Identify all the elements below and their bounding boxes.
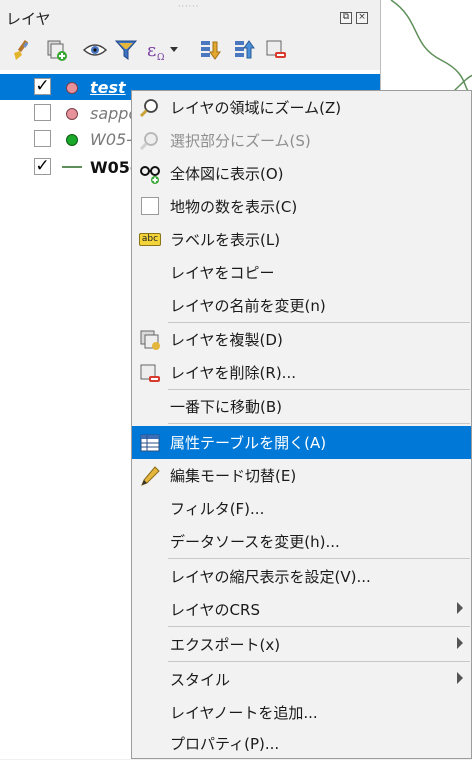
feature-count-checkbox-icon[interactable] (141, 197, 159, 215)
submenu-arrow-icon (457, 602, 463, 614)
menu-move-to-bottom[interactable]: 一番下に移動(B) (132, 390, 471, 423)
show-in-overview-icon (140, 166, 160, 184)
duplicate-layer-icon (140, 330, 160, 350)
remove-layer-icon[interactable] (262, 34, 290, 64)
menu-rename-layer[interactable]: レイヤの名前を変更(n) (132, 289, 471, 322)
zoom-to-layer-icon (139, 99, 158, 118)
menu-copy-layer[interactable]: レイヤをコピー (132, 256, 471, 289)
menu-separator (168, 423, 470, 424)
menu-item-label: 選択部分にズーム(S) (170, 132, 311, 150)
svg-text:Ω: Ω (157, 53, 164, 62)
menu-item-label: レイヤを削除(R)... (170, 364, 296, 382)
style-brush-icon[interactable] (8, 34, 36, 64)
point-symbol-icon (66, 108, 78, 120)
menu-item-label: 属性テーブルを開く(A) (170, 434, 327, 452)
menu-item-label: レイヤを複製(D) (170, 331, 283, 349)
layer-name: test (90, 78, 126, 97)
menu-add-layer-notes[interactable]: レイヤノートを追加... (132, 696, 471, 729)
menu-item-label: 全体図に表示(O) (170, 165, 284, 183)
menu-item-label: プロパティ(P)... (170, 735, 280, 753)
menu-item-label: 編集モード切替(E) (170, 467, 297, 485)
panel-drag-grip[interactable]: ······ (178, 2, 199, 11)
menu-separator (168, 558, 470, 559)
menu-zoom-to-selection[interactable]: 選択部分にズーム(S) (132, 124, 471, 157)
menu-show-in-overview[interactable]: 全体図に表示(O) (132, 157, 471, 190)
layer-visibility-checkbox[interactable] (34, 130, 51, 147)
layer-context-menu: レイヤの領域にズーム(Z) 選択部分にズーム(S) 全体図に表示(O) 地物の数… (131, 90, 472, 759)
menu-item-label: スタイル (170, 671, 231, 689)
collapse-all-icon[interactable] (230, 34, 258, 64)
attribute-table-icon (140, 434, 160, 452)
layer-visibility-checkbox[interactable] (34, 104, 51, 121)
menu-item-label: レイヤをコピー (170, 264, 275, 282)
menu-item-label: ラベルを表示(L) (170, 231, 281, 249)
float-panel-button[interactable]: ⧉ (340, 12, 352, 24)
add-group-icon[interactable] (42, 34, 70, 64)
layers-toolbar: εΩ (6, 34, 376, 66)
menu-zoom-to-layer[interactable]: レイヤの領域にズーム(Z) (132, 91, 471, 124)
panel-title: レイヤ (6, 10, 51, 28)
submenu-arrow-icon (457, 672, 463, 684)
filter-legend-icon[interactable] (112, 34, 140, 64)
menu-item-label: レイヤノートを追加... (170, 704, 318, 722)
menu-layer-crs[interactable]: レイヤのCRS (132, 593, 471, 626)
menu-separator (168, 661, 470, 662)
menu-item-label: データソースを変更(h)... (170, 533, 340, 551)
menu-item-label: フィルタ(F)... (170, 500, 265, 518)
expand-all-icon[interactable] (196, 34, 224, 64)
submenu-arrow-icon (457, 637, 463, 649)
close-panel-button[interactable]: × (356, 12, 368, 24)
menu-set-scale-visibility[interactable]: レイヤの縮尺表示を設定(V)... (132, 560, 471, 593)
toggle-editing-pencil-icon (141, 466, 160, 486)
menu-show-labels[interactable]: abc ラベルを表示(L) (132, 223, 471, 256)
menu-item-label: 一番下に移動(B) (170, 398, 282, 416)
menu-item-label: 地物の数を表示(C) (170, 198, 298, 216)
menu-separator (168, 626, 470, 627)
layer-visibility-checkbox[interactable]: ✓ (34, 78, 51, 95)
layer-visibility-checkbox[interactable]: ✓ (34, 158, 51, 175)
layer-name: W05- (90, 130, 132, 149)
line-symbol-icon (62, 166, 82, 168)
menu-export[interactable]: エクスポート(x) (132, 628, 471, 661)
expression-filter-icon[interactable]: εΩ (144, 34, 178, 64)
menu-item-label: レイヤの縮尺表示を設定(V)... (170, 568, 371, 586)
menu-toggle-editing[interactable]: 編集モード切替(E) (132, 459, 471, 492)
menu-item-label: エクスポート(x) (170, 636, 281, 654)
label-abc-icon: abc (139, 233, 161, 246)
remove-layer-icon (140, 364, 160, 382)
menu-show-feature-count[interactable]: 地物の数を表示(C) (132, 190, 471, 223)
menu-item-label: レイヤのCRS (170, 601, 260, 619)
layer-name: W05- (90, 158, 137, 177)
menu-remove-layer[interactable]: レイヤを削除(R)... (132, 356, 471, 389)
point-symbol-icon (66, 82, 78, 94)
point-symbol-icon (66, 134, 78, 146)
menu-change-data-source[interactable]: データソースを変更(h)... (132, 525, 471, 558)
menu-item-label: レイヤの領域にズーム(Z) (170, 99, 342, 117)
zoom-to-selection-icon (139, 132, 158, 151)
menu-duplicate-layer[interactable]: レイヤを複製(D) (132, 323, 471, 356)
menu-item-label: レイヤの名前を変更(n) (170, 297, 326, 315)
menu-filter[interactable]: フィルタ(F)... (132, 492, 471, 525)
menu-properties[interactable]: プロパティ(P)... (132, 727, 471, 760)
menu-open-attribute-table[interactable]: 属性テーブルを開く(A) (132, 426, 471, 459)
menu-styles[interactable]: スタイル (132, 663, 471, 696)
svg-text:ε: ε (147, 40, 156, 61)
visibility-eye-icon[interactable] (80, 34, 108, 64)
